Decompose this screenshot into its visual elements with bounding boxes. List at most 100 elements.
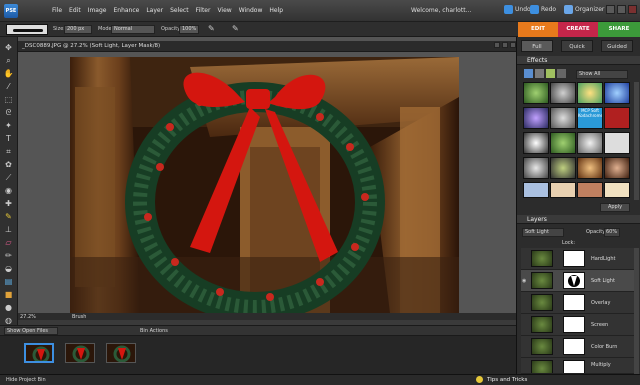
layer-row[interactable]: ◉ Soft Light (521, 270, 634, 292)
effect-thumbnail[interactable] (577, 182, 603, 198)
crop-tool-icon[interactable]: ⌗ (3, 147, 14, 156)
layer-styles-icon[interactable] (535, 69, 544, 78)
mode-quick-button[interactable]: Quick (561, 40, 593, 52)
layer-row[interactable]: Color Burn (521, 336, 634, 358)
gradient-tool-icon[interactable]: ▤ (3, 277, 14, 286)
effect-thumbnail[interactable] (523, 107, 549, 129)
mode-select[interactable]: Normal (111, 25, 155, 34)
show-open-files-select[interactable]: Show Open Files (4, 327, 58, 335)
straighten-tool-icon[interactable]: ⟋ (3, 173, 14, 182)
doc-minimize-button[interactable] (494, 42, 500, 48)
clone-stamp-icon[interactable]: ⊥ (3, 225, 14, 234)
mode-full-button[interactable]: Full (521, 40, 553, 52)
quick-select-icon[interactable]: ✦ (3, 121, 14, 130)
layers-scrollbar[interactable] (634, 248, 639, 374)
effect-thumbnail[interactable] (604, 132, 630, 154)
brush-tool-icon[interactable]: ✎ (3, 212, 14, 221)
menu-file[interactable]: File (52, 7, 62, 14)
menu-view[interactable]: View (217, 7, 231, 14)
effect-thumbnail[interactable] (523, 182, 549, 198)
pencil-tool-icon[interactable]: ✏ (3, 251, 14, 260)
marquee-tool-icon[interactable]: ⬚ (3, 95, 14, 104)
effect-thumbnail[interactable] (550, 157, 576, 179)
eraser-tool-icon[interactable]: ▱ (3, 238, 14, 247)
effect-thumbnail[interactable] (550, 107, 576, 129)
sponge-tool-icon[interactable]: ◍ (3, 316, 14, 325)
tablet-icon[interactable]: ✎ (232, 24, 239, 33)
menu-edit[interactable]: Edit (69, 7, 81, 14)
layer-row[interactable]: Multiply (521, 358, 634, 374)
effect-thumbnail[interactable] (550, 182, 576, 198)
size-field[interactable]: 200 px (64, 25, 92, 34)
apply-button[interactable]: Apply (600, 203, 630, 212)
brush-preview[interactable] (6, 24, 48, 35)
blend-mode-select[interactable]: Soft Light (522, 228, 564, 237)
bin-thumbnail[interactable] (106, 343, 136, 363)
effect-thumbnail[interactable] (604, 82, 630, 104)
effect-thumbnail[interactable] (523, 157, 549, 179)
menu-filter[interactable]: Filter (196, 7, 211, 14)
hide-project-bin-button[interactable]: Hide Project Bin (6, 377, 46, 383)
layer-opacity-field[interactable]: 60% (604, 228, 620, 237)
minimize-button[interactable] (606, 5, 615, 14)
menu-select[interactable]: Select (170, 7, 189, 14)
undo-button[interactable]: Undo (504, 5, 531, 14)
redo-button[interactable]: Redo (530, 5, 556, 14)
document-canvas[interactable] (70, 57, 459, 313)
close-button[interactable] (628, 5, 637, 14)
effect-thumbnail[interactable] (550, 82, 576, 104)
type-tool-icon[interactable]: T (3, 134, 14, 143)
tab-edit[interactable]: EDIT (518, 22, 558, 37)
effect-thumbnail[interactable] (577, 157, 603, 179)
doc-maximize-button[interactable] (502, 42, 508, 48)
eyedropper-tool-icon[interactable]: ⁄ (3, 82, 14, 91)
effect-thumbnail[interactable] (577, 82, 603, 104)
bin-thumbnail[interactable] (24, 343, 54, 363)
cookie-cutter-icon[interactable]: ✿ (3, 160, 14, 169)
visibility-eye-icon[interactable]: ◉ (522, 278, 526, 284)
menu-layer[interactable]: Layer (146, 7, 163, 14)
shape-tool-icon[interactable]: ■ (3, 290, 14, 299)
effect-thumbnail[interactable]: MCP Soft Kodachrome (577, 107, 603, 129)
maximize-button[interactable] (617, 5, 626, 14)
organizer-button[interactable]: Organizer (564, 5, 604, 14)
effect-thumbnail[interactable] (550, 132, 576, 154)
hand-tool-icon[interactable]: ✋ (3, 69, 14, 78)
menu-window[interactable]: Window (239, 7, 263, 14)
tips-and-tricks-link[interactable]: Tips and Tricks (487, 377, 527, 383)
effects-filter-select[interactable]: Show All (576, 70, 628, 79)
welcome-text[interactable]: Welcome, charlott... (411, 7, 471, 14)
effect-thumbnail[interactable] (604, 107, 630, 129)
layer-row[interactable]: Screen (521, 314, 634, 336)
effect-thumbnail[interactable] (604, 182, 630, 198)
all-effects-icon[interactable] (557, 69, 566, 78)
move-tool-icon[interactable]: ✥ (3, 43, 14, 52)
menu-help[interactable]: Help (269, 7, 283, 14)
menu-enhance[interactable]: Enhance (113, 7, 139, 14)
mode-guided-button[interactable]: Guided (601, 40, 633, 52)
layer-row[interactable]: HardLight (521, 248, 634, 270)
layer-row[interactable]: Overlay (521, 292, 634, 314)
airbrush-icon[interactable]: ✎ (208, 24, 215, 33)
healing-brush-icon[interactable]: ✚ (3, 199, 14, 208)
zoom-readout[interactable]: 27.2% (20, 314, 36, 320)
opacity-field[interactable]: 100% (179, 25, 199, 34)
effect-thumbnail[interactable] (523, 132, 549, 154)
menu-image[interactable]: Image (88, 7, 107, 14)
filters-icon[interactable] (524, 69, 533, 78)
bin-thumbnail[interactable] (65, 343, 95, 363)
effects-panel-header[interactable]: Effects (517, 56, 640, 65)
blur-tool-icon[interactable]: ● (3, 303, 14, 312)
red-eye-tool-icon[interactable]: ◉ (3, 186, 14, 195)
tab-create[interactable]: CREATE (558, 22, 598, 37)
layers-panel-header[interactable]: Layers (517, 215, 640, 224)
bin-actions-button[interactable]: Bin Actions (140, 328, 168, 334)
tab-share[interactable]: SHARE (598, 22, 640, 37)
effect-thumbnail[interactable] (523, 82, 549, 104)
zoom-tool-icon[interactable]: ⌕ (3, 56, 14, 65)
effect-thumbnail[interactable] (604, 157, 630, 179)
photo-effects-icon[interactable] (546, 69, 555, 78)
lasso-tool-icon[interactable]: ᘓ (3, 108, 14, 117)
effects-scrollbar[interactable] (634, 82, 639, 200)
effect-thumbnail[interactable] (577, 132, 603, 154)
